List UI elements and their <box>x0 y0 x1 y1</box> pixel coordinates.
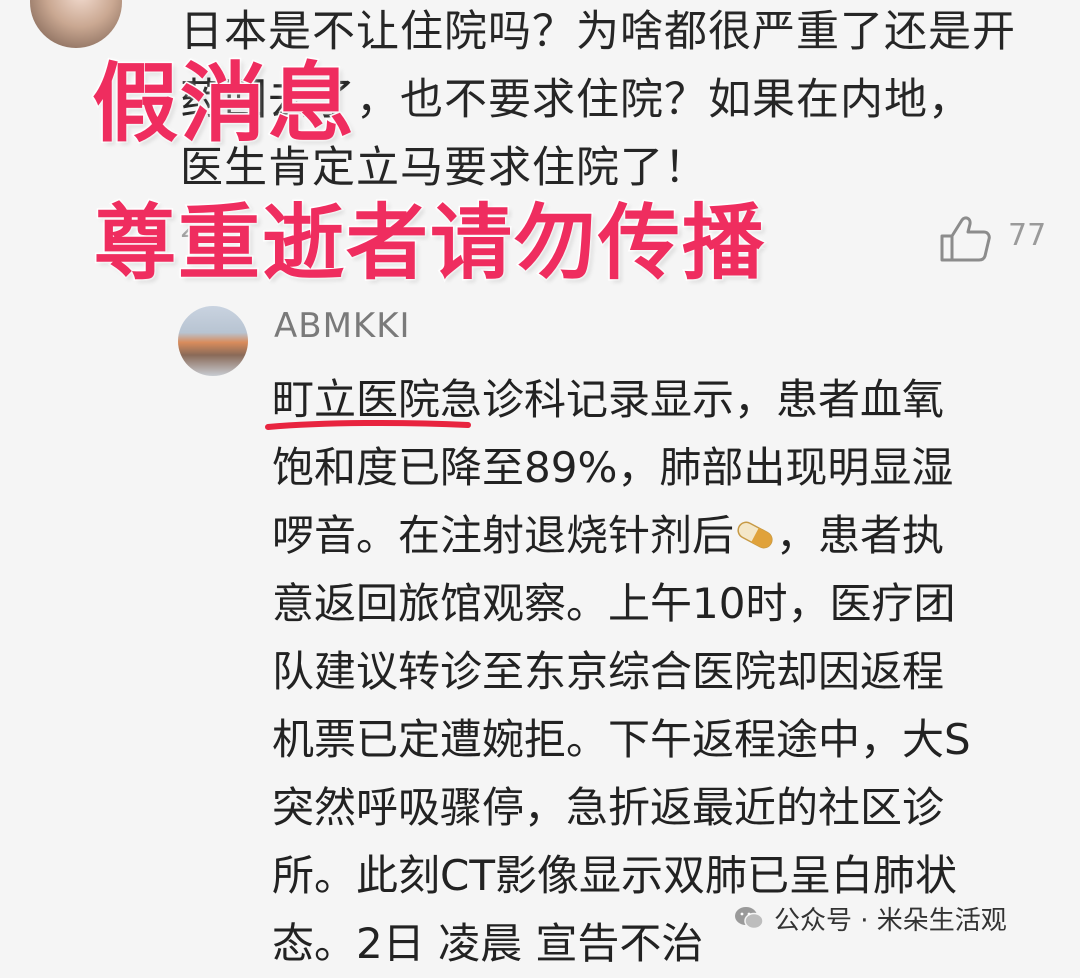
watermark-text: 公众号 · 米朵生活观 <box>774 905 1007 936</box>
respect-deceased-overlay: 尊重逝者请勿传播 <box>92 195 767 293</box>
reply-line: 啰音。在注射退烧针剂后 ，患者执 <box>272 511 945 560</box>
hospital-name-highlight: 町立医院 <box>272 375 441 424</box>
hospital-underline-mark <box>265 419 471 430</box>
reply-avatar[interactable] <box>178 306 248 376</box>
thumbs-up-icon[interactable] <box>938 214 992 264</box>
fake-news-overlay: 假消息 <box>91 53 356 156</box>
reply-username[interactable]: ABMKKI <box>274 306 411 346</box>
wechat-icon <box>735 907 764 930</box>
reply-line: 队建议转诊至东京综合医院却因返程 <box>272 647 945 696</box>
pill-icon <box>737 521 773 549</box>
reply-line: 机票已定遭婉拒。下午返程途中，大S <box>272 715 971 764</box>
reply-line: 意返回旅馆观察。上午10时，医疗团 <box>272 579 956 628</box>
parent-avatar[interactable] <box>30 0 122 48</box>
reply-line: 突然呼吸骤停，急折返最近的社区诊 <box>272 783 945 832</box>
watermark: 公众号 · 米朵生活观 <box>728 898 1013 938</box>
reply-comment-text: 町立医院急诊科记录显示，患者血氧 饱和度已降至89%，肺部出现明显湿 啰音。在注… <box>272 366 1062 978</box>
reply-line: 饱和度已降至89%，肺部出现明显湿 <box>272 443 954 492</box>
like-count: 77 <box>1008 218 1047 253</box>
